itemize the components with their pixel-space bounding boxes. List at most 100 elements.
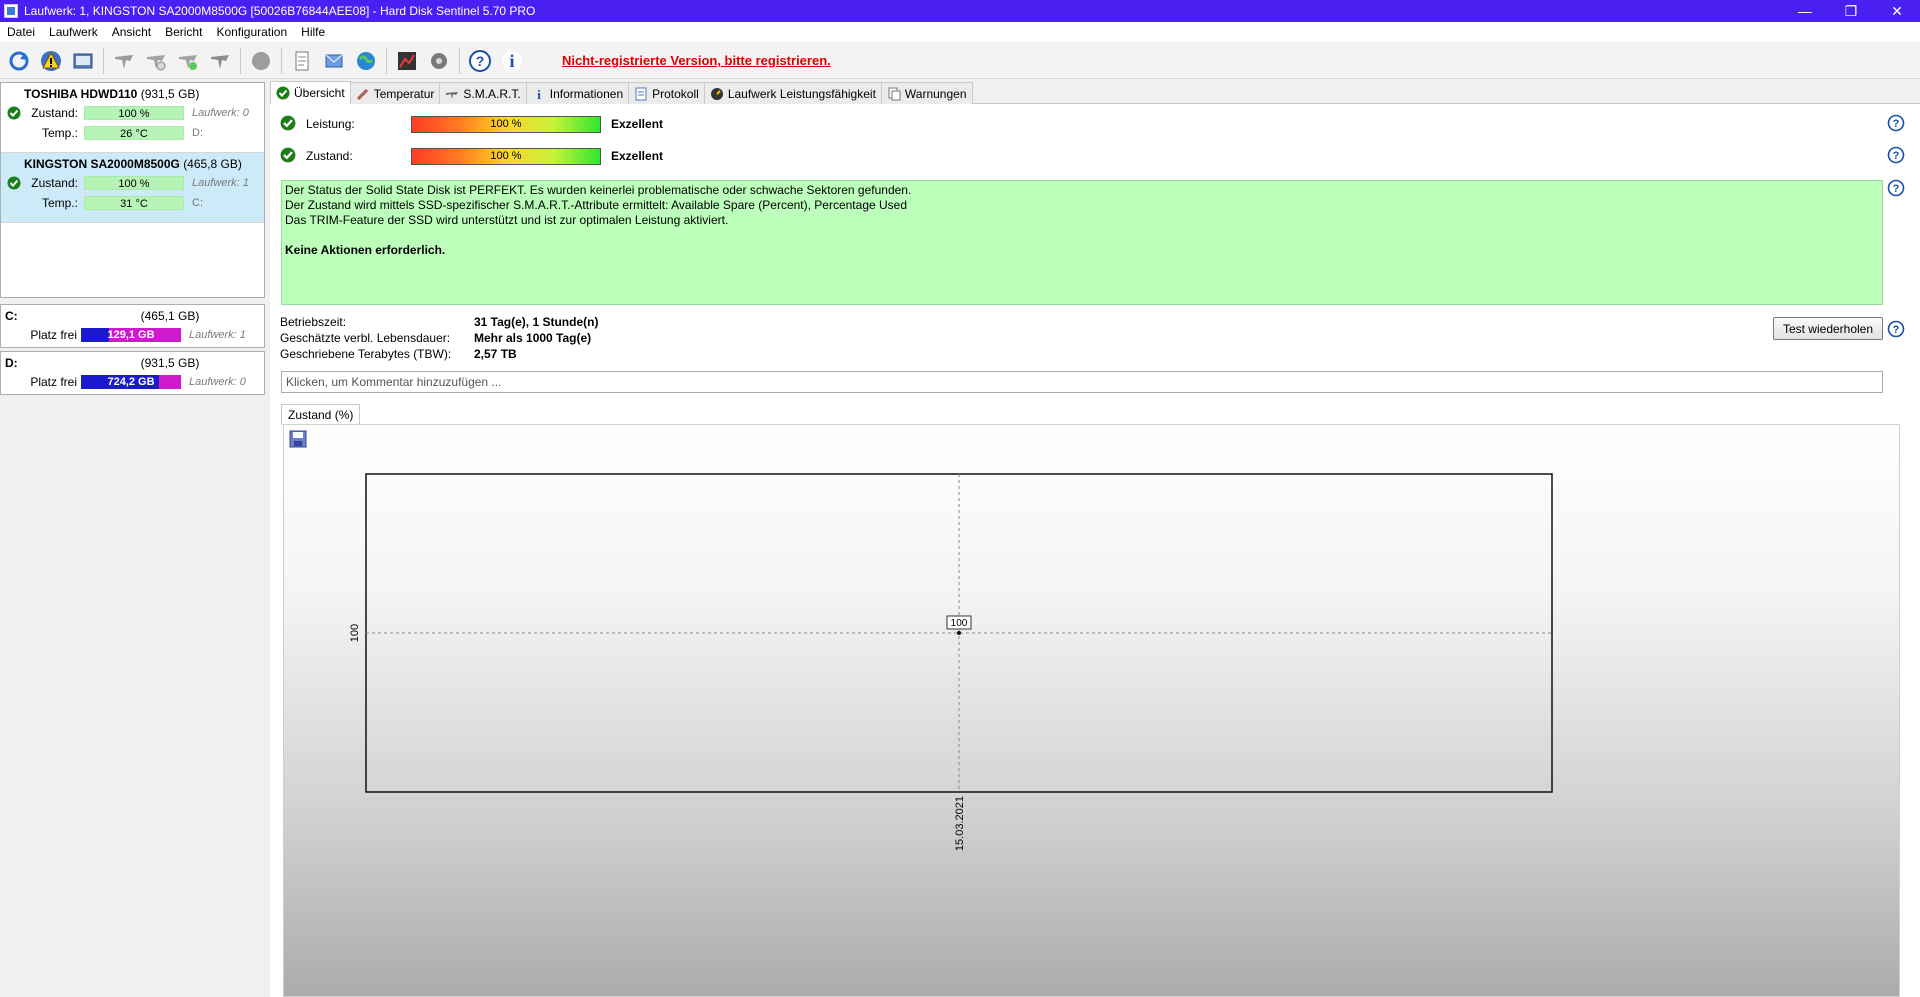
tab-information[interactable]: i Informationen (525, 82, 630, 104)
free-space-bar: 129,1 GB (81, 328, 181, 342)
menu-hilfe[interactable]: Hilfe (294, 25, 332, 39)
tab-warnings[interactable]: Warnungen (880, 82, 973, 104)
x-tick-label: 15.03.2021 (954, 796, 966, 851)
thermometer-icon (356, 87, 370, 101)
maximize-button[interactable]: ❐ (1828, 0, 1874, 22)
menu-bericht[interactable]: Bericht (158, 25, 209, 39)
tab-temperature[interactable]: Temperatur (349, 82, 441, 104)
disk-info-icon[interactable] (69, 47, 97, 75)
short-test-icon[interactable] (142, 47, 170, 75)
info-label: Geschätzte verbl. Lebensdauer: (280, 331, 451, 345)
send-report-icon[interactable] (320, 47, 348, 75)
help-icon[interactable]: ? (1887, 146, 1905, 164)
health-bar: 100 % (84, 176, 184, 190)
volume-c[interactable]: C: (465,1 GB) Platz frei 129,1 GB Laufwe… (0, 304, 265, 348)
tab-overview[interactable]: Übersicht (270, 81, 351, 104)
temp-label: Temp.: (41, 126, 78, 140)
health-label: Zustand: (306, 149, 353, 163)
free-space-label: Platz frei (30, 375, 77, 389)
svg-text:i: i (537, 87, 541, 101)
temp-label: Temp.: (41, 196, 78, 210)
tab-health-chart[interactable]: Zustand (%) (281, 404, 361, 425)
menu-konfiguration[interactable]: Konfiguration (209, 25, 294, 39)
minimize-button[interactable]: — (1782, 0, 1828, 22)
help-icon[interactable]: ? (1887, 114, 1905, 132)
drive-name: KINGSTON SA2000M8500G (465,8 GB) (24, 157, 242, 171)
health-row: Zustand: 100 % Exzellent (280, 146, 663, 166)
about-icon[interactable]: i (498, 47, 526, 75)
surface-test-icon[interactable] (110, 47, 138, 75)
temperature-bar: 26 °C (84, 126, 184, 140)
status-description: Der Status der Solid State Disk ist PERF… (281, 180, 1883, 305)
info-row: Geschätzte verbl. Lebensdauer: Mehr als … (280, 330, 591, 346)
drive-ref: Laufwerk: 0 (192, 107, 249, 119)
drive-ref: Laufwerk: 0 (189, 376, 246, 388)
menu-datei[interactable]: Datei (0, 25, 42, 39)
free-space-label: Platz frei (30, 328, 77, 342)
help-icon[interactable]: ? (1887, 320, 1905, 338)
volume-letter: D: (5, 356, 18, 370)
menu-ansicht[interactable]: Ansicht (105, 25, 158, 39)
ok-check-icon (4, 176, 24, 190)
health-chart: 100 100 15.03.2021 (283, 424, 1900, 997)
extended-test-icon[interactable] (174, 47, 202, 75)
health-label: Zustand: (31, 176, 78, 190)
tab-performance[interactable]: Laufwerk Leistungsfähigkeit (703, 82, 882, 104)
health-rating: Exzellent (611, 149, 664, 163)
toolbar-separator (103, 47, 104, 74)
performance-row: Leistung: 100 % Exzellent (280, 114, 663, 134)
options-icon[interactable] (425, 47, 453, 75)
retest-button[interactable]: Test wiederholen (1773, 317, 1883, 340)
status-line: Das TRIM-Feature der SSD wird unterstütz… (285, 213, 729, 227)
performance-graph-icon[interactable] (393, 47, 421, 75)
refresh-icon[interactable] (5, 47, 33, 75)
volume-letter: C: (5, 309, 18, 323)
drive-item[interactable]: TOSHIBA HDWD110 (931,5 GB) Zustand: 100 … (1, 83, 264, 153)
drive-letters: D: (192, 127, 203, 139)
log-icon (634, 87, 648, 101)
volume-capacity: (465,1 GB) (140, 309, 200, 323)
close-button[interactable]: ✕ (1874, 0, 1920, 22)
drive-name: TOSHIBA HDWD110 (931,5 GB) (24, 87, 200, 101)
web-status-icon[interactable] (352, 47, 380, 75)
left-panel: TOSHIBA HDWD110 (931,5 GB) Zustand: 100 … (0, 82, 265, 997)
info-icon: i (532, 87, 546, 101)
test-settings-icon[interactable] (206, 47, 234, 75)
register-link[interactable]: Nicht-registrierte Version, bitte regist… (562, 53, 831, 68)
toolbar-separator (281, 47, 282, 74)
status-line: Der Status der Solid State Disk ist PERF… (285, 183, 912, 197)
volume-d[interactable]: D: (931,5 GB) Platz frei 724,2 GB Laufwe… (0, 351, 265, 395)
drive-letters: C: (192, 197, 203, 209)
performance-label: Leistung: (306, 117, 355, 131)
report-icon[interactable] (288, 47, 316, 75)
noise-icon[interactable] (247, 47, 275, 75)
drive-list: TOSHIBA HDWD110 (931,5 GB) Zustand: 100 … (0, 82, 265, 298)
health-bar: 100 % (84, 106, 184, 120)
smart-icon (445, 87, 459, 101)
svg-text:?: ? (1893, 324, 1900, 336)
toolbar: ? i Nicht-registrierte Version, bitte re… (0, 43, 1920, 79)
help-icon[interactable]: ? (1887, 179, 1905, 197)
menu-laufwerk[interactable]: Laufwerk (42, 25, 105, 39)
svg-text:?: ? (1893, 118, 1900, 130)
data-point (957, 631, 961, 635)
tab-bar: Übersicht Temperatur S.M.A.R.T. i Inform… (270, 81, 1920, 104)
volume-capacity: (931,5 GB) (140, 356, 200, 370)
info-row: Geschriebene Terabytes (TBW): 2,57 TB (280, 346, 517, 362)
window-title: Laufwerk: 1, KINGSTON SA2000M8500G [5002… (24, 4, 536, 18)
toolbar-separator (386, 47, 387, 74)
ok-check-icon (4, 106, 24, 120)
drive-ref: Laufwerk: 1 (189, 329, 246, 341)
help-icon[interactable]: ? (466, 47, 494, 75)
performance-bar: 100 % (411, 115, 601, 133)
svg-text:?: ? (476, 53, 485, 69)
comment-field[interactable]: Klicken, um Kommentar hinzuzufügen ... (281, 371, 1883, 393)
gauge-icon (710, 87, 724, 101)
alert-icon[interactable] (37, 47, 65, 75)
data-label: 100 (951, 618, 968, 629)
tab-smart[interactable]: S.M.A.R.T. (439, 82, 527, 104)
drive-ref: Laufwerk: 1 (192, 177, 249, 189)
tab-log[interactable]: Protokoll (628, 82, 705, 104)
drive-item-selected[interactable]: KINGSTON SA2000M8500G (465,8 GB) Zustand… (1, 153, 264, 223)
info-label: Geschriebene Terabytes (TBW): (280, 347, 452, 361)
